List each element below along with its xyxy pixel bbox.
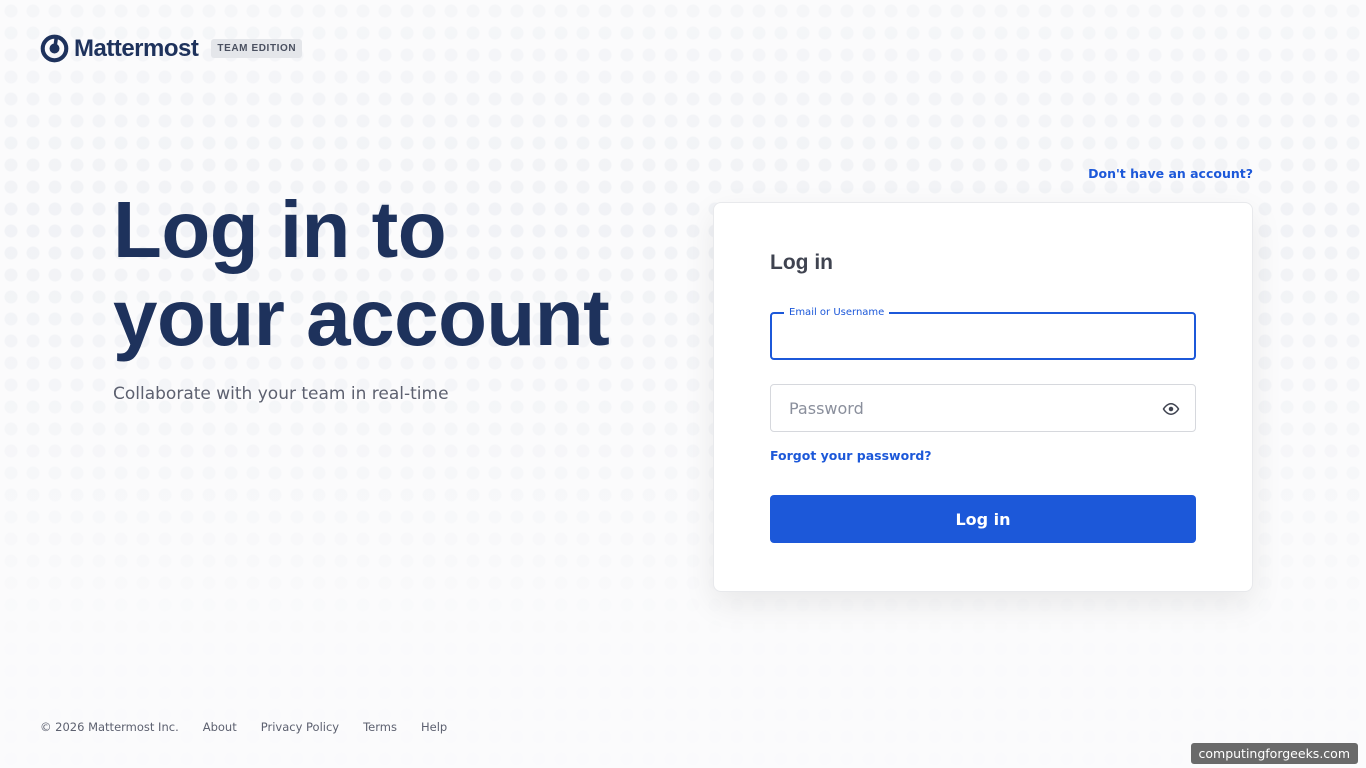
eye-icon-glyph: [1162, 402, 1180, 416]
email-field: Email or Username: [770, 306, 1196, 360]
footer-link-about[interactable]: About: [203, 720, 237, 734]
hero-title-line-1: Log in to: [113, 185, 447, 274]
password-field: [770, 384, 1196, 432]
eye-icon[interactable]: [1161, 399, 1181, 419]
edition-badge: TEAM EDITION: [211, 39, 303, 58]
footer: © 2026 Mattermost Inc. About Privacy Pol…: [40, 720, 471, 734]
email-input[interactable]: [772, 314, 1194, 358]
watermark: computingforgeeks.com: [1190, 743, 1358, 764]
hero: Log in to your account Collaborate with …: [113, 185, 610, 405]
login-card-title: Log in: [770, 251, 833, 274]
footer-link-help[interactable]: Help: [421, 720, 447, 734]
mattermost-logo-icon: [40, 34, 69, 63]
signup-link[interactable]: Don't have an account?: [1088, 166, 1253, 181]
login-button[interactable]: Log in: [770, 495, 1196, 543]
password-input[interactable]: [771, 385, 1195, 431]
brand-name: Mattermost: [74, 34, 199, 62]
email-field-label: Email or Username: [784, 306, 890, 320]
footer-link-privacy-policy[interactable]: Privacy Policy: [261, 720, 339, 734]
hero-subtitle: Collaborate with your team in real-time: [113, 384, 449, 404]
mattermost-logo[interactable]: Mattermost: [40, 34, 199, 63]
hero-title: Log in to your account: [113, 185, 610, 362]
header: Mattermost TEAM EDITION: [40, 34, 303, 63]
login-card: Log in Email or Username Forgot your pas…: [713, 202, 1253, 592]
footer-link-terms[interactable]: Terms: [363, 720, 397, 734]
hero-title-line-2: your account: [113, 273, 610, 362]
footer-copyright: © 2026 Mattermost Inc.: [40, 720, 179, 734]
forgot-password-link[interactable]: Forgot your password?: [770, 448, 932, 463]
